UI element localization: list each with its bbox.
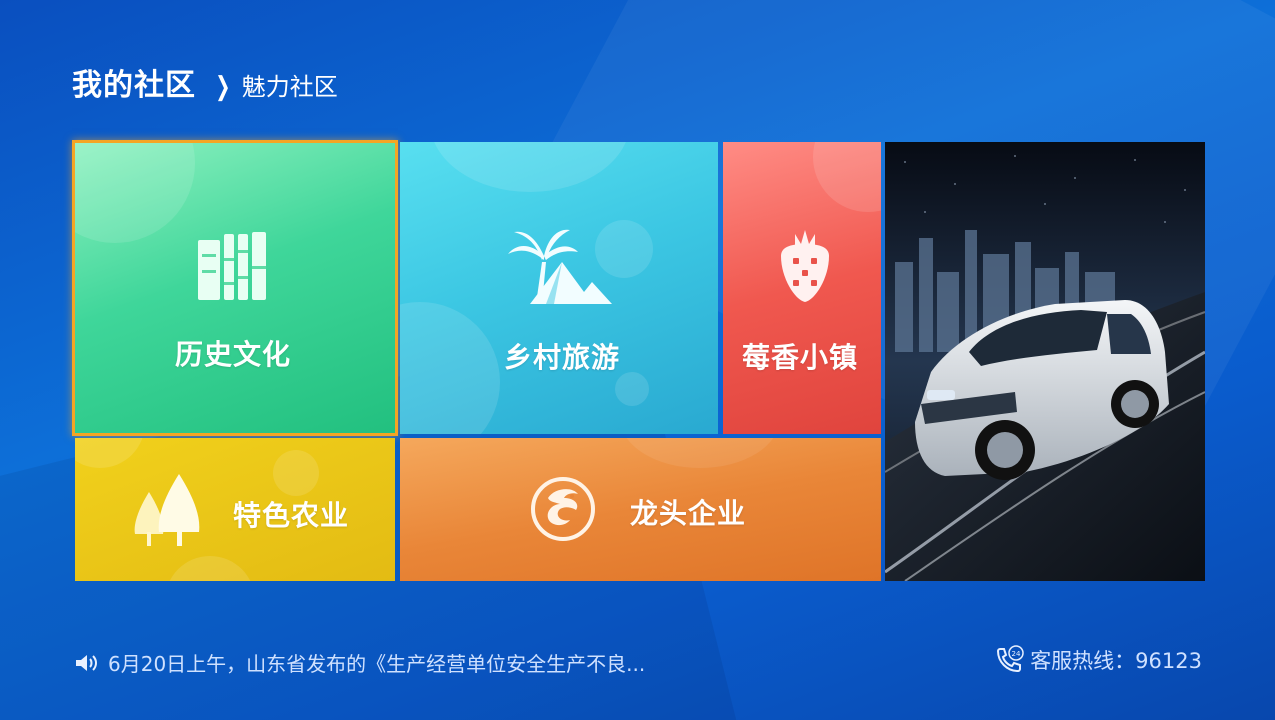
tile-rural-tourism[interactable]: 乡村旅游: [400, 142, 718, 434]
trees-icon: [131, 472, 207, 552]
tile-featured-agriculture[interactable]: 特色农业: [75, 438, 395, 581]
dragon-icon: [530, 476, 596, 546]
breadcrumb-root[interactable]: 我的社区: [72, 60, 196, 104]
breadcrumb: 我的社区 ❯ 魅力社区: [72, 60, 338, 104]
svg-text:24: 24: [1012, 650, 1021, 658]
tile-leading-enterprise[interactable]: 龙头企业: [400, 438, 881, 581]
books-icon: [196, 230, 274, 308]
tile-car-advertisement[interactable]: [885, 142, 1205, 581]
palm-tree-icon: [506, 222, 614, 310]
phone-24h-icon: 24: [997, 645, 1024, 673]
tile-label: 龙头企业: [630, 497, 747, 530]
strawberry-icon: [775, 228, 835, 308]
tile-label: 莓香小镇: [742, 341, 859, 374]
hotline-label: 客服热线：96123: [1030, 649, 1202, 673]
tile-label: 特色农业: [233, 499, 350, 532]
breadcrumb-current: 魅力社区: [241, 73, 338, 101]
tile-label: 乡村旅游: [504, 341, 621, 374]
tile-berry-town[interactable]: 莓香小镇: [723, 142, 881, 434]
speaker-icon: [76, 654, 97, 671]
tile-label: 历史文化: [175, 338, 292, 371]
customer-hotline: 24 客服热线：96123: [994, 645, 1202, 675]
chevron-right-icon: ❯: [215, 72, 231, 102]
news-text: 6月20日上午，山东省发布的《生产经营单位安全生产不良...: [108, 652, 646, 676]
news-ticker[interactable]: 6月20日上午，山东省发布的《生产经营单位安全生产不良...: [74, 648, 645, 677]
car-ad-image: [885, 142, 1205, 581]
tile-history-culture[interactable]: 历史文化: [72, 140, 398, 436]
